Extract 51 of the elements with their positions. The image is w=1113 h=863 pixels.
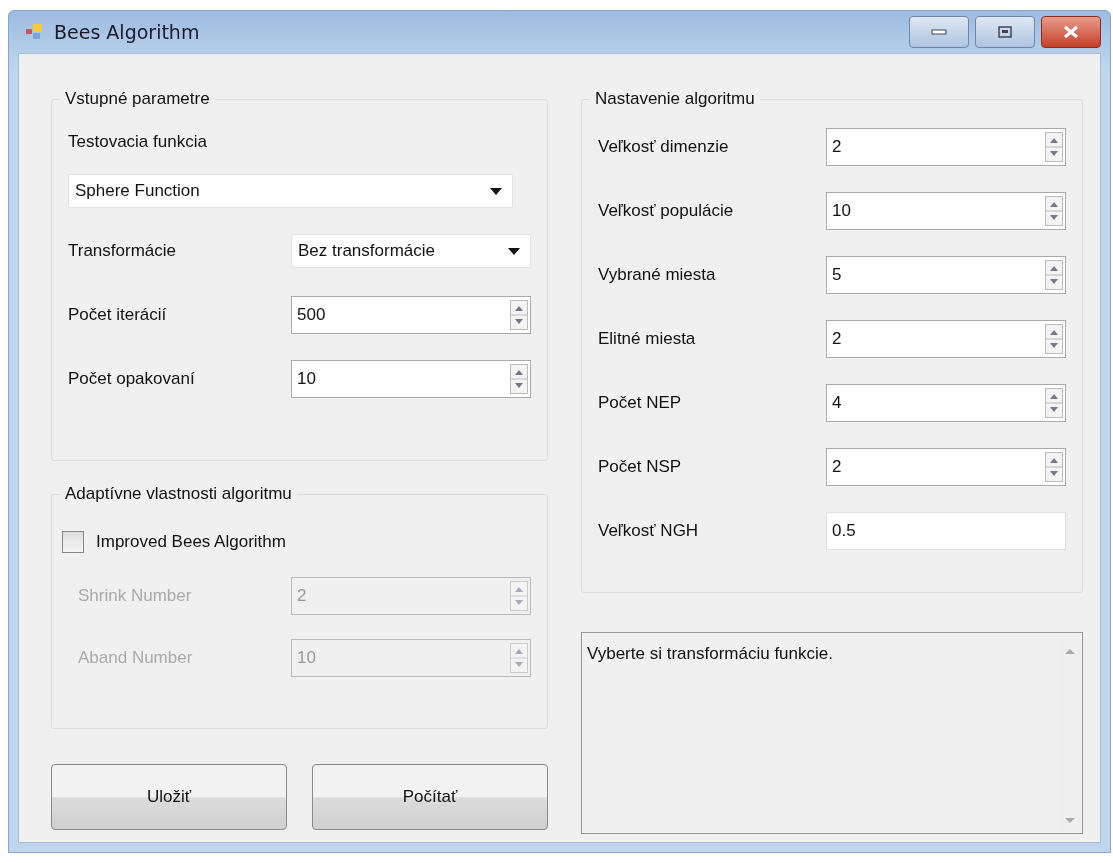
field-label: Počet NSP [598,457,682,477]
field-label: Počet NEP [598,393,682,413]
restore-icon [998,26,1012,38]
number-spinner[interactable]: 10 [826,192,1066,230]
field-label: Testovacia funkcia [68,132,208,152]
spinner-arrows-icon [510,581,528,611]
number-spinner[interactable]: 5 [826,256,1066,294]
field-label: Počet iterácií [68,305,167,325]
spinner-arrows-icon [510,364,528,394]
field-label: Shrink Number [78,586,192,606]
action-button[interactable]: Počítať [312,764,548,830]
action-button[interactable]: Uložiť [51,764,287,830]
checkbox[interactable] [62,531,84,553]
field-label: Veľkosť NGH [598,521,699,541]
spinner-arrows-icon [1045,388,1063,418]
group-title: Vstupné parametre [60,89,215,109]
number-spinner[interactable]: 500 [291,296,531,334]
spinner-arrows-icon [510,300,528,330]
spinner-arrows-icon [1045,452,1063,482]
text-field[interactable]: 0.5 [826,512,1066,550]
number-spinner[interactable]: 2 [826,128,1066,166]
transformation-dropdown[interactable]: Bez transformácie [291,234,531,268]
group-title: Nastavenie algoritmu [590,89,760,109]
field-label: Počet opakovaní [68,369,195,389]
spinner-arrows-icon [510,643,528,673]
dropdown-arrow-icon [490,187,502,195]
spinner-arrows-icon [1045,324,1063,354]
spinner-arrows-icon [1045,196,1063,226]
function-dropdown[interactable]: Sphere Function [68,174,513,208]
field-label: Veľkosť dimenzie [598,137,729,157]
minimize-icon [931,29,947,35]
dropdown-arrow-icon [508,247,520,255]
number-spinner[interactable]: 4 [826,384,1066,422]
window-title: Bees Algorithm [54,21,200,43]
group-title: Adaptívne vlastnosti algoritmu [60,484,297,504]
number-spinner[interactable]: 2 [826,320,1066,358]
number-spinner[interactable]: 10 [291,360,531,398]
field-label: Aband Number [78,648,193,668]
message-text: Vyberte si transformáciu funkcie. [587,644,833,665]
close-button[interactable] [1041,16,1101,48]
checkbox-label: Improved Bees Algorithm [96,532,286,552]
number-spinner[interactable]: 2 [826,448,1066,486]
spinner-arrows-icon [1045,132,1063,162]
field-label: Elitné miesta [598,329,696,349]
field-label: Veľkosť populácie [598,201,734,221]
close-icon [1063,25,1079,39]
restore-button[interactable] [975,16,1035,48]
field-label: Vybrané miesta [598,265,716,285]
minimize-button[interactable] [909,16,969,48]
spinner-arrows-icon [1045,260,1063,290]
field-label: Transformácie [68,241,176,261]
